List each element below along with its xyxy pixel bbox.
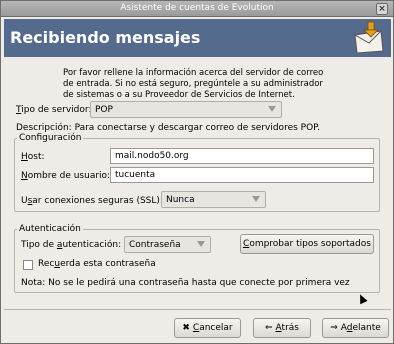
forward-arrow-icon: ⇒ [330,323,338,333]
check-supported-types-button[interactable]: Comprobar tipos soportados [240,234,374,254]
chevron-down-icon [268,106,276,112]
remember-password-label[interactable]: Recuerda esta contraseña [38,259,156,269]
host-label: Host: [21,152,45,162]
ssl-select[interactable]: Nunca [161,191,266,208]
username-label: Nombre de usuario: [21,171,111,181]
server-description: Descripción: Para conectarse y descargar… [16,123,321,133]
window-title: Asistente de cuentas de Evolution [120,3,274,13]
page-header: Recibiendo mensajes [4,19,391,57]
config-legend: Configuración [17,133,84,143]
cancel-button[interactable]: ✖ Cancelar [174,318,241,338]
ssl-value: Nunca [166,195,195,205]
assistant-window: Asistente de cuentas de Evolution × Reci… [0,0,394,344]
ssl-label: Usar conexiones seguras (SSL): [21,196,163,206]
mail-receive-icon [354,21,384,54]
server-type-label: Tipo de servidor: [16,105,92,115]
host-input[interactable]: mail.nodo50.org [110,148,374,164]
page-title: Recibiendo mensajes [10,28,201,47]
button-separator [4,309,391,310]
title-bar[interactable]: Asistente de cuentas de Evolution × [1,1,393,17]
chevron-down-icon [252,196,260,202]
auth-legend: Autenticación [17,224,83,234]
auth-type-label: Tipo de autenticación: [21,240,122,250]
close-icon[interactable]: × [376,3,388,15]
forward-button[interactable]: ⇒ Adelante [322,318,389,338]
intro-text: Por favor rellene la información acerca … [63,68,324,100]
content-area: Por favor rellene la información acerca … [4,57,391,307]
username-input[interactable]: tucuenta [110,167,374,183]
cancel-icon: ✖ [182,323,190,333]
chevron-down-icon [197,241,205,247]
back-button[interactable]: ⇐ Atrás [253,318,311,338]
password-note: Nota: No se le pedirá una contraseña has… [21,278,350,288]
auth-type-value: Contraseña [129,240,181,250]
auth-type-select[interactable]: Contraseña [124,236,211,253]
server-type-value: POP [95,105,113,115]
server-type-select[interactable]: POP [90,101,282,118]
back-arrow-icon: ⇐ [265,323,273,333]
remember-password-checkbox[interactable] [23,260,33,270]
